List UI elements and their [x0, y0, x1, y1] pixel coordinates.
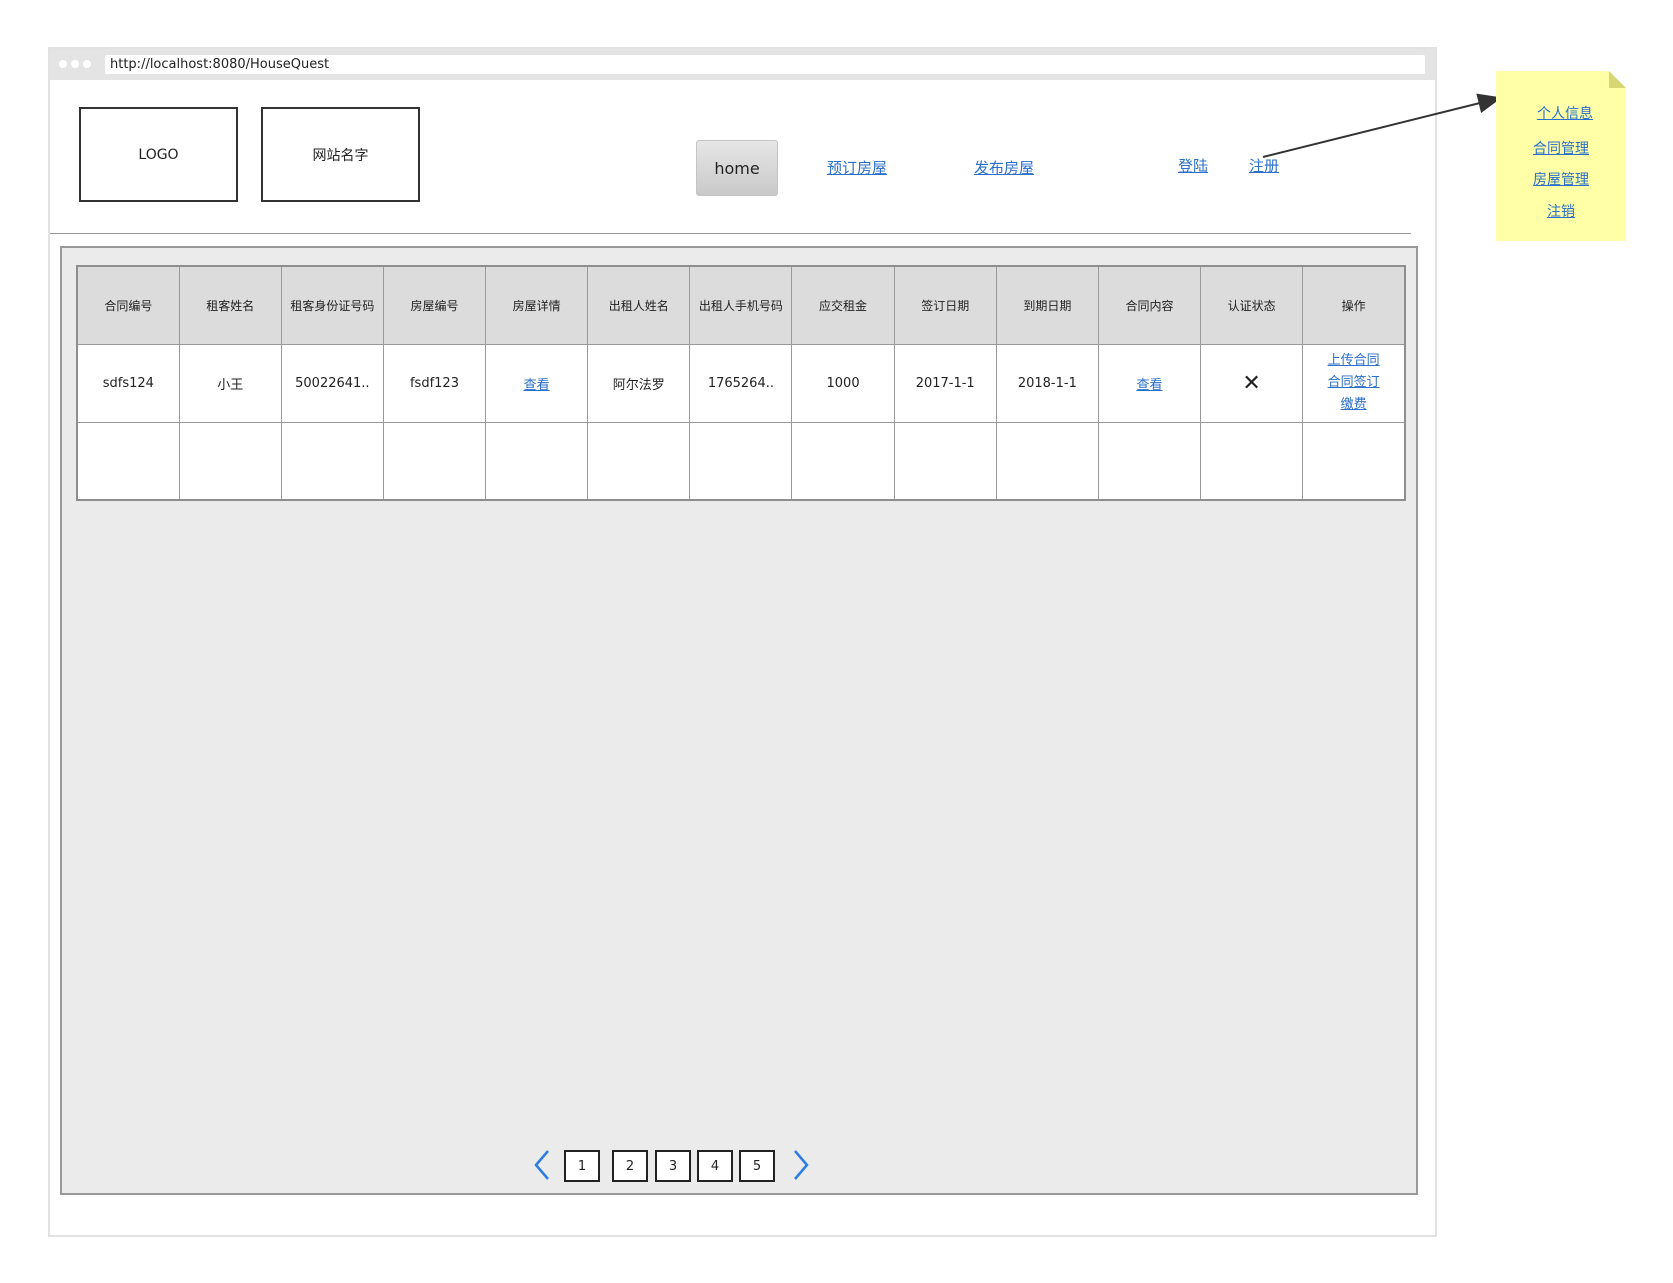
col-header: 签订日期: [893, 265, 997, 345]
browser-window: http://localhost:8080/HouseQuest LOGO 网站…: [48, 47, 1437, 1237]
note-link-logout[interactable]: 注销: [1496, 201, 1626, 221]
col-header: 到期日期: [995, 265, 1099, 345]
col-header: 认证状态: [1200, 265, 1304, 345]
empty-cell: [382, 421, 487, 501]
empty-cell: [791, 421, 895, 501]
view-contract-link[interactable]: 查看: [1136, 378, 1162, 393]
user-menu-note: 个人信息 合同管理 房屋管理 注销: [1496, 71, 1626, 241]
cell-landlord-phone: 1765264..: [689, 343, 793, 423]
empty-cell: [76, 421, 180, 501]
cell-sign-date: 2017-1-1: [893, 343, 997, 423]
table-row: [76, 421, 1406, 501]
table-header-row: 合同编号 租客姓名 租客身份证号码 房屋编号 房屋详情 出租人姓名 出租人手机号…: [76, 265, 1406, 345]
empty-cell: [995, 421, 1099, 501]
cell-rent: 1000: [791, 343, 895, 423]
window-dot-icon: [71, 60, 79, 68]
cell-expire-date: 2018-1-1: [995, 343, 1099, 423]
upload-contract-link[interactable]: 上传合同: [1304, 350, 1404, 372]
table-row: sdfs124 小王 50022641.. fsdf123 查看 阿尔法罗 17…: [76, 343, 1406, 423]
empty-cell: [689, 421, 793, 501]
empty-cell: [280, 421, 384, 501]
col-header: 租客身份证号码: [280, 265, 384, 345]
page-button-4[interactable]: 4: [697, 1150, 733, 1182]
cell-actions: 上传合同 合同签订 缴费: [1302, 343, 1406, 423]
page-button-1[interactable]: 1: [564, 1150, 600, 1182]
cell-status: ✕: [1200, 343, 1304, 423]
empty-cell: [1200, 421, 1304, 501]
empty-cell: [1097, 421, 1202, 501]
col-header: 操作: [1302, 265, 1406, 345]
cell-tenant-name: 小王: [178, 343, 282, 423]
note-link-house-management[interactable]: 房屋管理: [1496, 169, 1626, 189]
browser-toolbar: http://localhost:8080/HouseQuest: [50, 49, 1435, 80]
cell-house-detail: 查看: [485, 343, 589, 423]
col-header: 房屋详情: [485, 265, 589, 345]
not-verified-icon: ✕: [1242, 370, 1261, 396]
page-button-2[interactable]: 2: [612, 1150, 648, 1182]
cell-landlord-name: 阿尔法罗: [587, 343, 691, 423]
empty-cell: [587, 421, 691, 501]
col-header: 租客姓名: [178, 265, 282, 345]
login-link[interactable]: 登陆: [1178, 155, 1208, 176]
page-button-5[interactable]: 5: [739, 1150, 775, 1182]
register-link[interactable]: 注册: [1249, 155, 1279, 176]
empty-cell: [1302, 421, 1406, 501]
chevron-left-icon[interactable]: [532, 1145, 554, 1185]
cell-contract-content: 查看: [1097, 343, 1202, 423]
view-house-detail-link[interactable]: 查看: [524, 378, 550, 393]
cell-house-no: fsdf123: [382, 343, 487, 423]
nav-link-publish-house[interactable]: 发布房屋: [974, 157, 1034, 178]
logo-box: LOGO: [79, 107, 238, 202]
col-header: 出租人姓名: [587, 265, 691, 345]
empty-cell: [178, 421, 282, 501]
header-divider: [50, 233, 1411, 234]
col-header: 合同编号: [76, 265, 180, 345]
col-header: 合同内容: [1097, 265, 1202, 345]
col-header: 房屋编号: [382, 265, 487, 345]
empty-cell: [893, 421, 997, 501]
contract-table: 合同编号 租客姓名 租客身份证号码 房屋编号 房屋详情 出租人姓名 出租人手机号…: [76, 265, 1406, 501]
cell-contract-no: sdfs124: [76, 343, 180, 423]
empty-cell: [485, 421, 589, 501]
cell-tenant-id: 50022641..: [280, 343, 384, 423]
note-fold-corner: [1609, 71, 1626, 88]
col-header: 应交租金: [791, 265, 895, 345]
pay-link[interactable]: 缴费: [1304, 394, 1404, 416]
note-link-contract-management[interactable]: 合同管理: [1496, 138, 1626, 158]
page-button-3[interactable]: 3: [655, 1150, 691, 1182]
address-bar[interactable]: http://localhost:8080/HouseQuest: [105, 55, 1425, 74]
site-name-box: 网站名字: [261, 107, 420, 202]
sign-contract-link[interactable]: 合同签订: [1304, 372, 1404, 394]
note-link-personal-info[interactable]: 个人信息: [1500, 103, 1630, 123]
window-dot-icon: [83, 60, 91, 68]
nav-link-book-house[interactable]: 预订房屋: [827, 157, 887, 178]
window-dot-icon: [59, 60, 67, 68]
chevron-right-icon[interactable]: [789, 1145, 811, 1185]
content-panel: 合同编号 租客姓名 租客身份证号码 房屋编号 房屋详情 出租人姓名 出租人手机号…: [60, 246, 1418, 1195]
col-header: 出租人手机号码: [689, 265, 793, 345]
home-button[interactable]: home: [696, 140, 778, 196]
